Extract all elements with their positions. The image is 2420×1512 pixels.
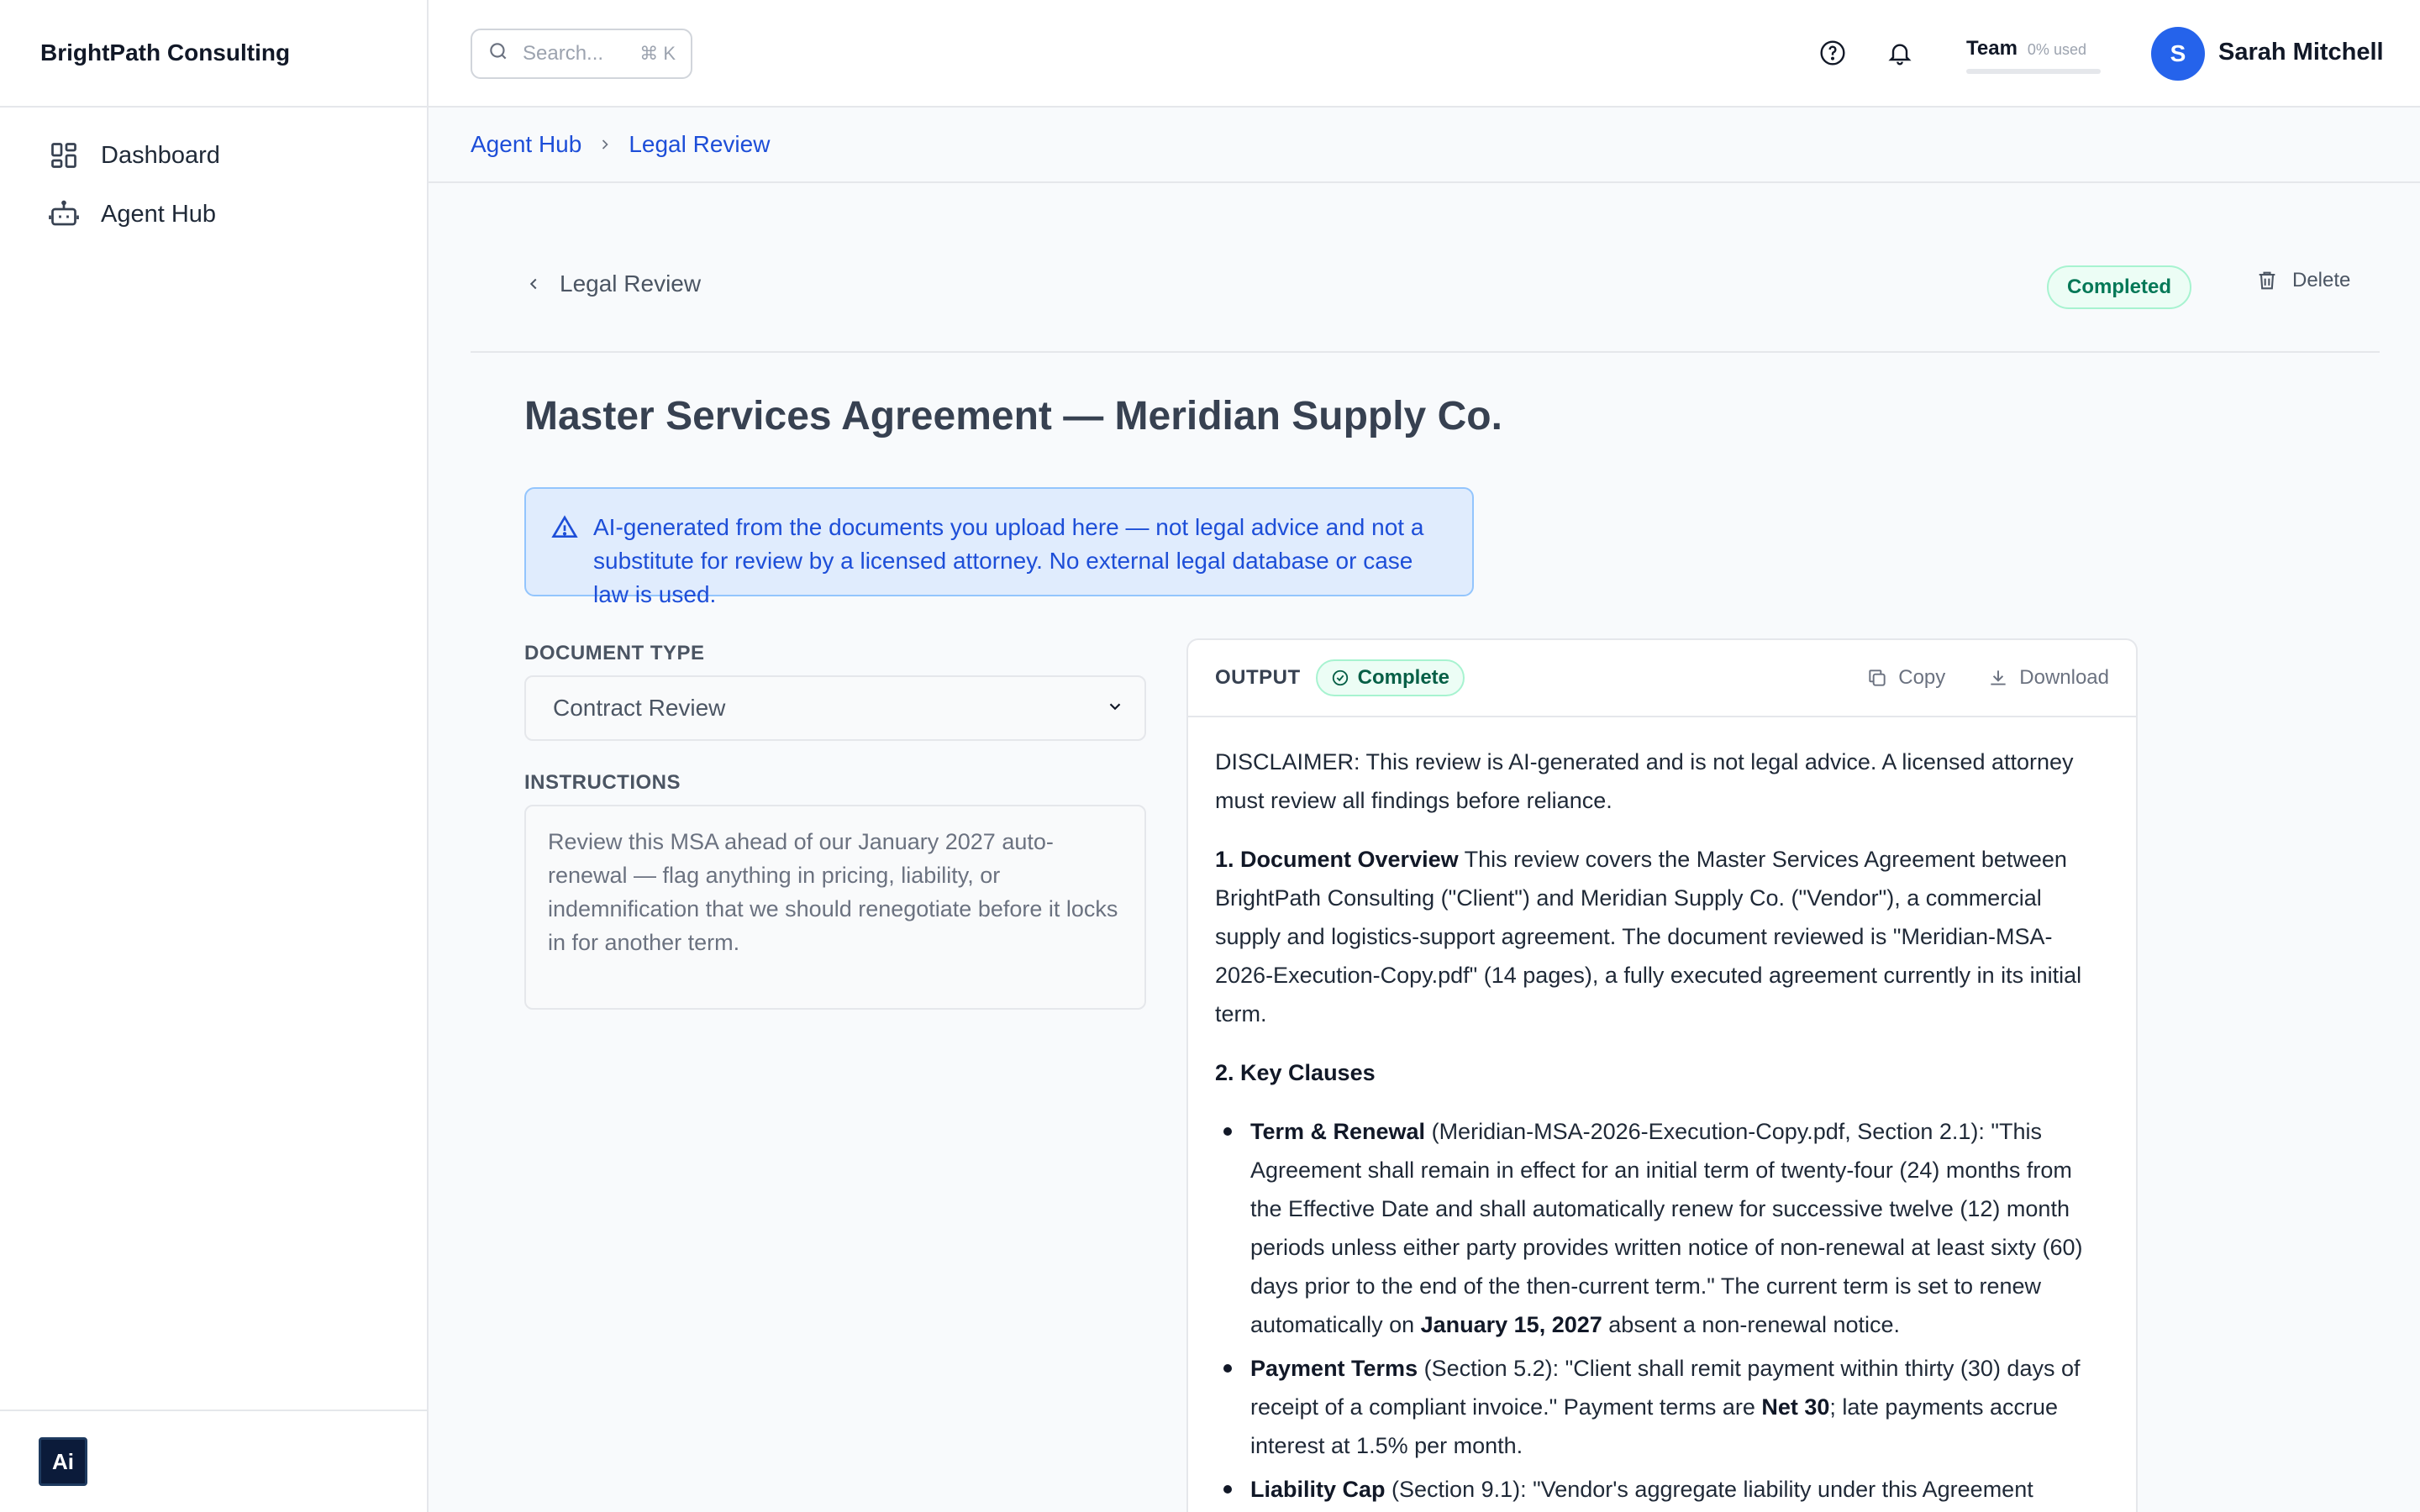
delete-button[interactable]: Delete — [2255, 269, 2350, 292]
overview-heading: 1. Document Overview — [1215, 847, 1459, 872]
clause-emphasis: Net 30 — [1761, 1394, 1830, 1420]
team-usage[interactable]: Team 0% used — [1966, 37, 2109, 74]
app-root: BrightPath Consulting Dashboard Agent Hu… — [0, 0, 2420, 1512]
robot-icon — [47, 197, 81, 231]
list-item: Term & Renewal (Meridian-MSA-2026-Execut… — [1215, 1112, 2109, 1344]
breadcrumb-legal-review[interactable]: Legal Review — [629, 131, 770, 158]
disclaimer-banner: AI-generated from the documents you uplo… — [524, 487, 1474, 607]
main-content: Legal Review Completed Delete Master Ser… — [429, 183, 2420, 1512]
copy-label: Copy — [1898, 666, 1946, 689]
clause-list: Term & Renewal (Meridian-MSA-2026-Execut… — [1215, 1112, 2109, 1509]
clause-emphasis: January 15, 2027 — [1420, 1312, 1602, 1337]
output-header: OUTPUT Complete Copy Download — [1188, 640, 2136, 717]
disclaimer-text: AI-generated from the documents you uplo… — [593, 514, 1424, 607]
key-clauses-heading-text: 2. Key Clauses — [1215, 1060, 1376, 1085]
instructions-field[interactable]: Review this MSA ahead of our January 202… — [524, 805, 1146, 1010]
app-logo[interactable]: Ai — [39, 1437, 87, 1486]
instructions-label: INSTRUCTIONS — [524, 771, 681, 794]
output-body: DISCLAIMER: This review is AI-generated … — [1188, 717, 2136, 1512]
download-label: Download — [2019, 666, 2109, 689]
search-shortcut: ⌘ K — [639, 43, 676, 64]
sidebar-nav: Dashboard Agent Hub — [0, 108, 427, 244]
check-circle-icon — [1331, 669, 1349, 687]
download-icon — [1987, 667, 2009, 689]
topbar: Search... ⌘ K Team 0% used S Sarah Mitch… — [429, 0, 2420, 108]
team-label: Team — [1966, 37, 2018, 60]
copy-icon — [1866, 667, 1888, 689]
sidebar-footer: Ai — [0, 1410, 427, 1512]
clause-title: Payment Terms — [1250, 1356, 1418, 1381]
document-type-value: Contract Review — [553, 695, 726, 721]
chevron-right-icon — [597, 136, 613, 153]
output-label: OUTPUT — [1215, 666, 1301, 689]
document-type-select[interactable]: Contract Review — [524, 675, 1146, 741]
user-name[interactable]: Sarah Mitchell — [2218, 39, 2384, 66]
list-item: Liability Cap (Section 9.1): "Vendor's a… — [1215, 1470, 2109, 1509]
output-status-badge: Complete — [1315, 659, 1465, 696]
trash-icon — [2255, 269, 2279, 292]
sidebar-item-dashboard[interactable]: Dashboard — [0, 126, 427, 185]
key-clauses-heading: 2. Key Clauses — [1215, 1053, 2109, 1092]
dashboard-grid-icon — [47, 139, 81, 172]
brand-name: BrightPath Consulting — [0, 0, 427, 108]
team-used: 0% used — [2027, 41, 2086, 58]
output-disclaimer: DISCLAIMER: This review is AI-generated … — [1215, 749, 2074, 813]
sidebar-item-label: Dashboard — [101, 141, 220, 169]
status-badge: Completed — [2047, 265, 2192, 309]
document-type-label: DOCUMENT TYPE — [524, 642, 705, 664]
warning-triangle-icon — [551, 514, 578, 550]
output-status-text: Complete — [1357, 666, 1450, 689]
overview-text: This review covers the Master Services A… — [1215, 847, 2082, 1026]
avatar[interactable]: S — [2151, 27, 2205, 81]
copy-button[interactable]: Copy — [1866, 666, 1945, 690]
clause-title: Term & Renewal — [1250, 1119, 1426, 1144]
search-icon — [487, 40, 509, 68]
clause-title: Liability Cap — [1250, 1477, 1386, 1502]
output-actions: Copy Download — [1824, 666, 2109, 690]
delete-label: Delete — [2292, 269, 2351, 291]
sidebar-item-label: Agent Hub — [101, 200, 217, 228]
overview-paragraph: 1. Document Overview This review covers … — [1215, 840, 2109, 1033]
page-title: Master Services Agreement — Meridian Sup… — [524, 394, 1502, 438]
chevron-left-icon — [524, 275, 543, 293]
clause-text: (Section 9.1): "Vendor's aggregate liabi… — [1385, 1477, 2033, 1502]
back-button[interactable]: Legal Review — [524, 270, 701, 297]
help-icon[interactable] — [1817, 37, 1849, 69]
breadcrumb: Agent Hub Legal Review — [429, 108, 2420, 183]
clause-text: (Meridian-MSA-2026-Execution-Copy.pdf, S… — [1250, 1119, 2083, 1337]
chevron-down-icon — [1106, 695, 1124, 722]
output-panel: OUTPUT Complete Copy Download DISCLAIMER… — [1186, 638, 2138, 1512]
bell-icon[interactable] — [1884, 37, 1916, 69]
search-input[interactable]: Search... ⌘ K — [471, 29, 692, 79]
sidebar: BrightPath Consulting Dashboard Agent Hu… — [0, 0, 429, 1512]
detail-header: Legal Review Completed Delete — [471, 183, 2380, 353]
search-placeholder: Search... — [523, 42, 604, 65]
back-label: Legal Review — [560, 270, 702, 297]
team-usage-bar — [1966, 69, 2101, 74]
clause-text: absent a non-renewal notice. — [1602, 1312, 1901, 1337]
download-button[interactable]: Download — [1987, 666, 2109, 690]
sidebar-item-agent-hub[interactable]: Agent Hub — [0, 185, 427, 244]
breadcrumb-agent-hub[interactable]: Agent Hub — [471, 131, 581, 158]
list-item: Payment Terms (Section 5.2): "Client sha… — [1215, 1349, 2109, 1465]
